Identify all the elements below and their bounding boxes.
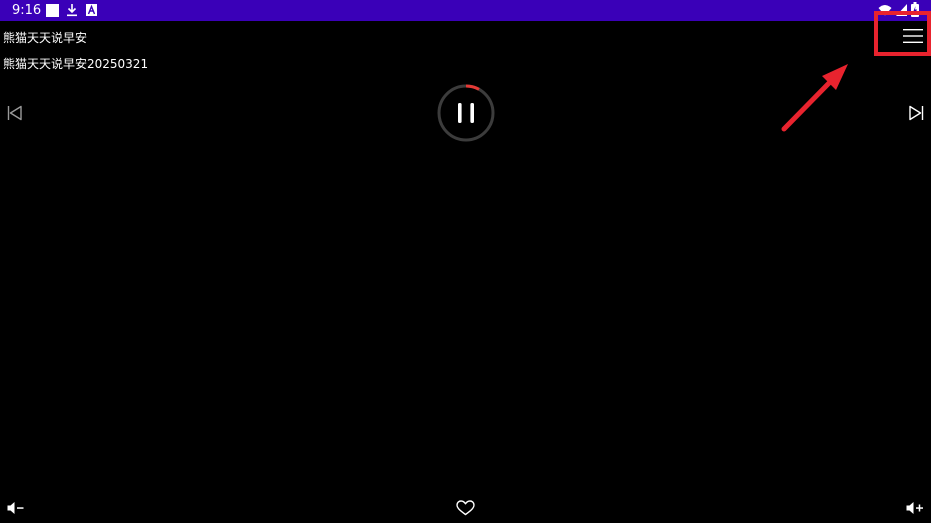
heart-icon[interactable] bbox=[456, 500, 475, 516]
annotation-arrow bbox=[781, 64, 848, 132]
player-screen: 9:16 熊猫天天说早安 熊猫天天说早安20250321 bbox=[0, 0, 931, 523]
track-subtitle: 熊猫天天说早安20250321 bbox=[3, 57, 149, 71]
download-icon bbox=[67, 4, 77, 17]
volume-up-icon[interactable] bbox=[906, 501, 924, 515]
status-bar: 9:16 bbox=[0, 0, 931, 21]
app-a-icon bbox=[86, 4, 97, 16]
pause-icon bbox=[458, 103, 474, 123]
skip-next-icon[interactable] bbox=[908, 105, 924, 121]
track-title: 熊猫天天说早安 bbox=[3, 31, 88, 45]
volume-down-icon[interactable] bbox=[7, 501, 25, 515]
skip-previous-icon[interactable] bbox=[7, 105, 23, 121]
menu-icon[interactable] bbox=[903, 27, 923, 45]
status-time: 9:16 bbox=[12, 3, 42, 18]
notification-square-icon bbox=[46, 4, 59, 17]
play-pause-button[interactable] bbox=[436, 83, 496, 143]
